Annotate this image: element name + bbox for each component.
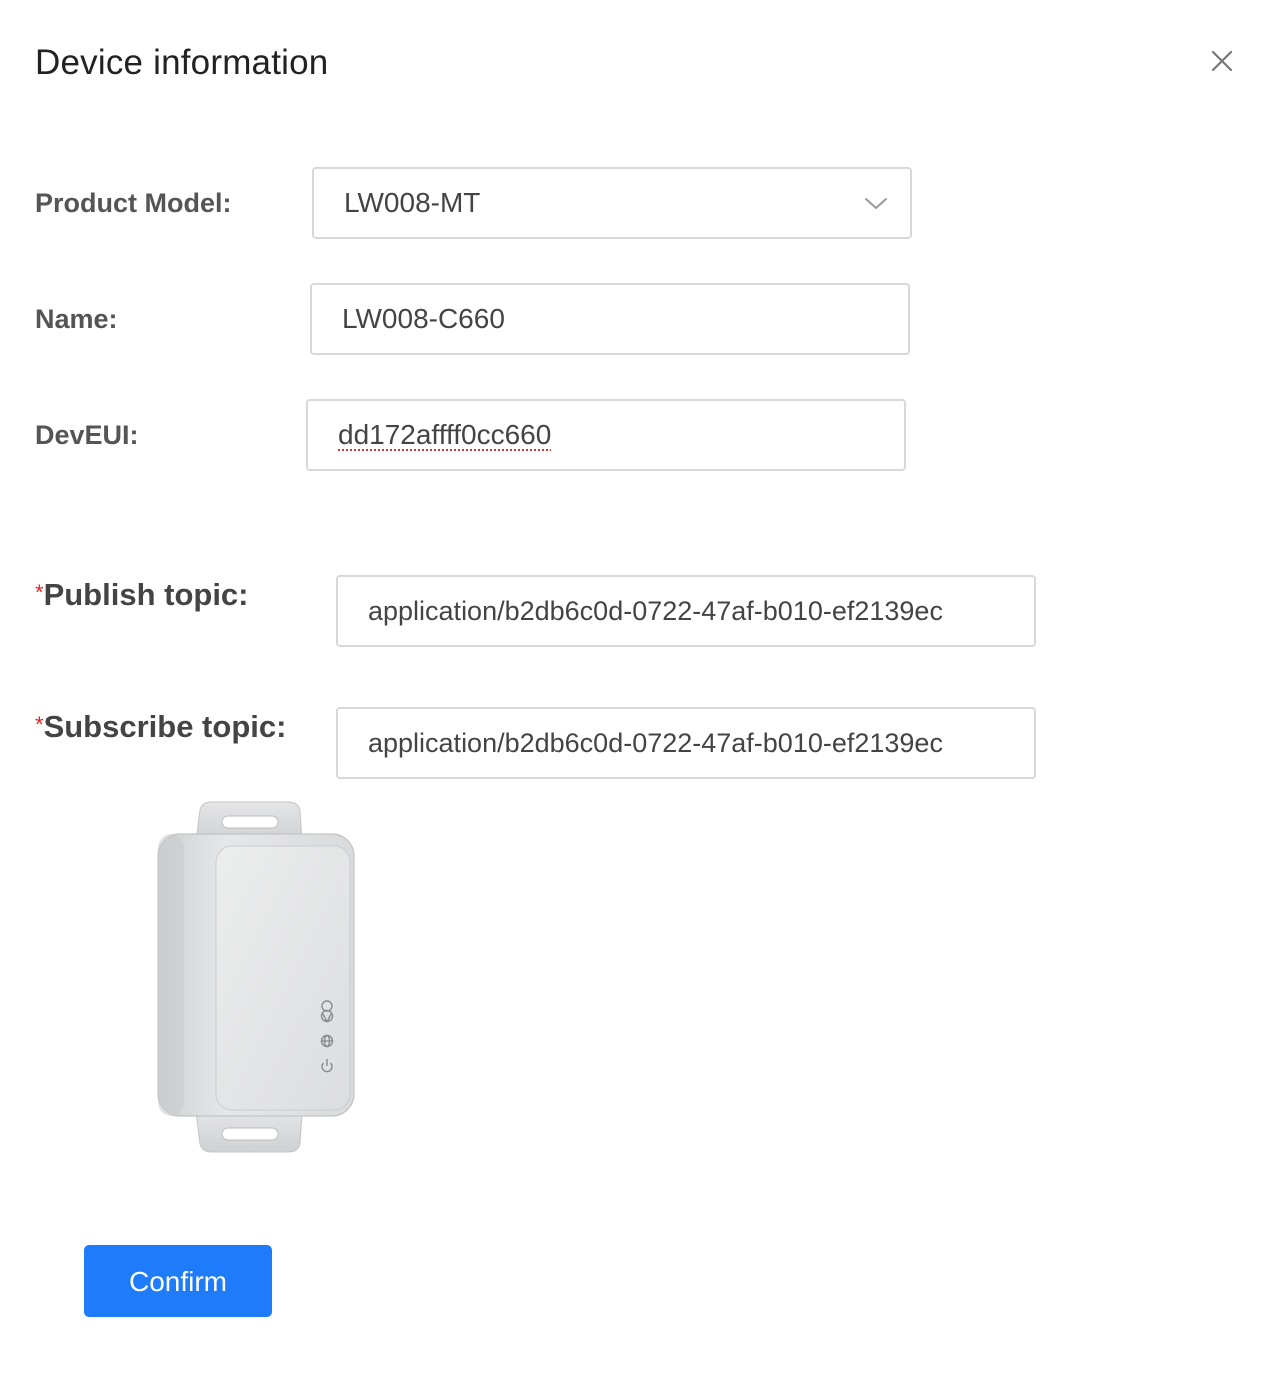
chevron-down-icon — [864, 193, 888, 213]
device-image — [150, 800, 362, 1156]
required-mark: * — [35, 712, 44, 737]
product-model-label: Product Model: — [35, 188, 232, 218]
name-label: Name: — [35, 304, 118, 334]
publish-topic-label: *Publish topic: — [35, 578, 249, 612]
dialog-title: Device information — [35, 43, 329, 82]
subscribe-topic-value: application/b2db6c0d-0722-47af-b010-ef21… — [368, 728, 943, 758]
deveui-input[interactable]: dd172affff0cc660 — [306, 399, 906, 471]
publish-topic-input[interactable]: application/b2db6c0d-0722-47af-b010-ef21… — [336, 575, 1036, 647]
deveui-label: DevEUI: — [35, 420, 139, 450]
product-model-value: LW008-MT — [344, 187, 481, 218]
confirm-button[interactable]: Confirm — [84, 1245, 272, 1317]
device-information-dialog: Device information Product Model: LW008-… — [0, 0, 1278, 1374]
subscribe-topic-label-text: Subscribe topic: — [43, 709, 287, 744]
close-icon[interactable] — [1206, 45, 1238, 77]
product-model-select[interactable]: LW008-MT — [312, 167, 912, 239]
subscribe-topic-input[interactable]: application/b2db6c0d-0722-47af-b010-ef21… — [336, 707, 1036, 779]
required-mark: * — [35, 580, 44, 605]
name-input[interactable]: LW008-C660 — [310, 283, 910, 355]
subscribe-topic-label: *Subscribe topic: — [35, 710, 286, 744]
publish-topic-label-text: Publish topic: — [43, 577, 249, 612]
publish-topic-value: application/b2db6c0d-0722-47af-b010-ef21… — [368, 596, 943, 626]
deveui-value: dd172affff0cc660 — [338, 419, 552, 450]
name-value: LW008-C660 — [342, 303, 505, 334]
